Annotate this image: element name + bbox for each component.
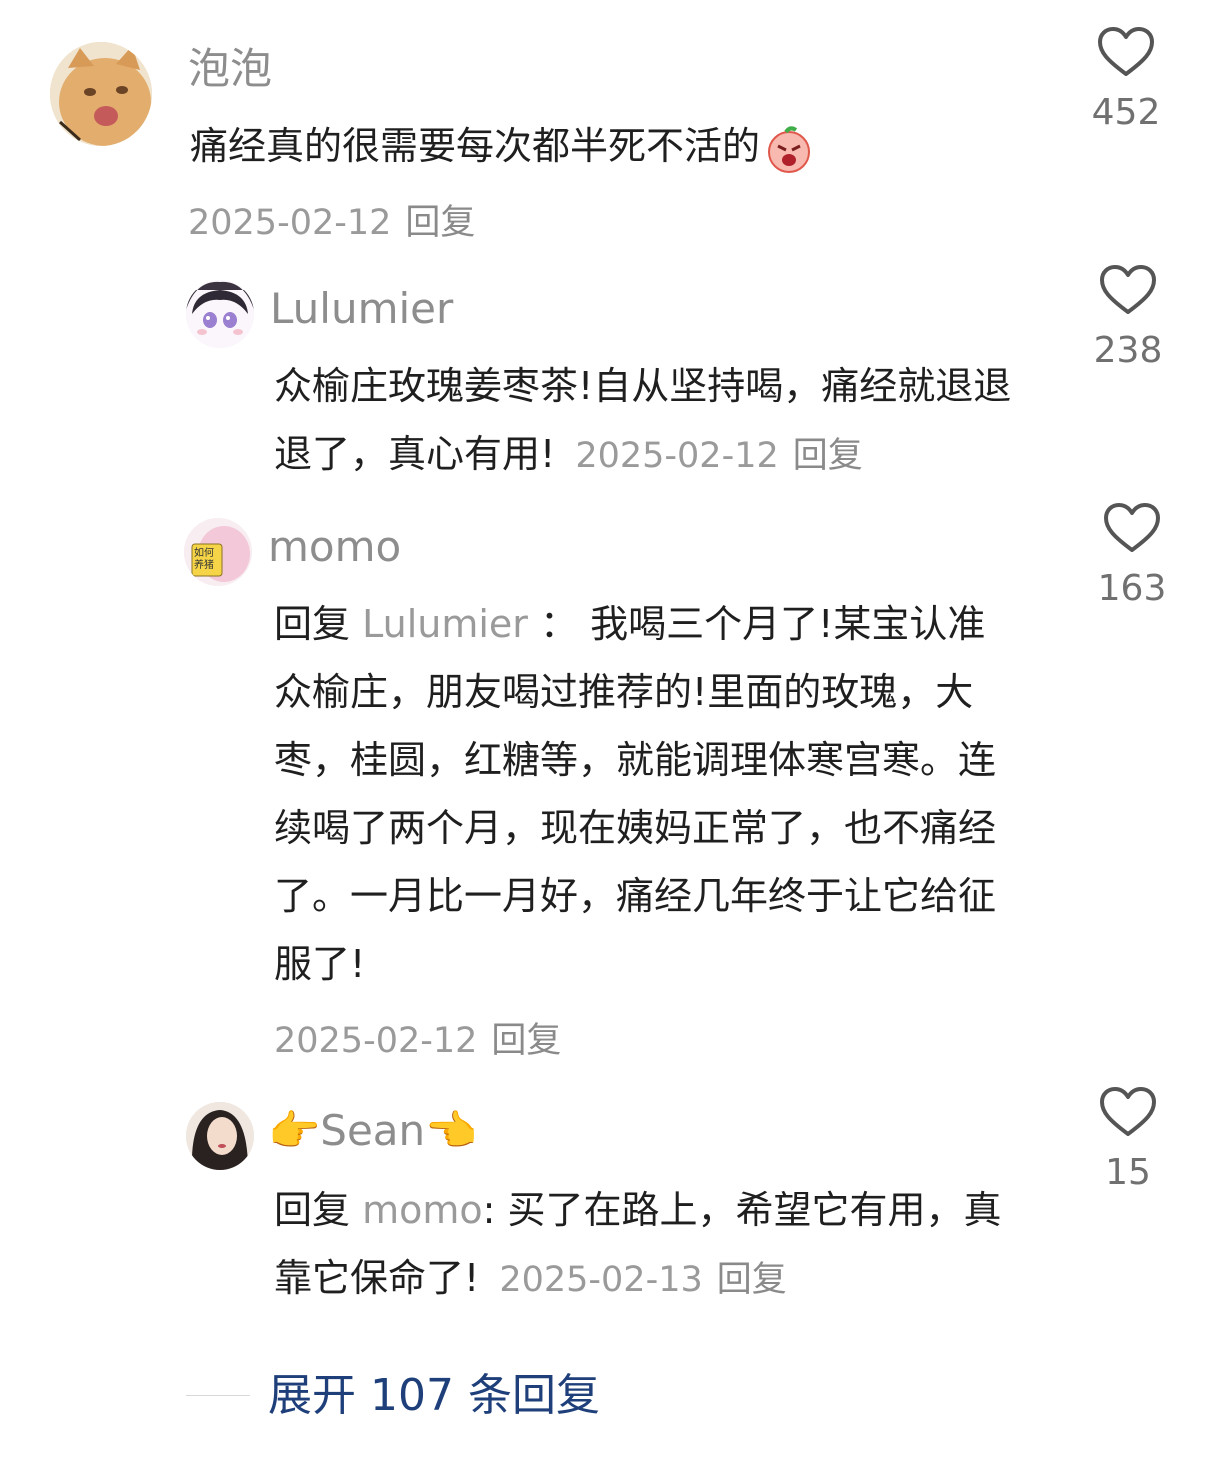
expand-replies-button[interactable]: 展开 107 条回复 <box>268 1368 600 1424</box>
reply-username[interactable]: momo <box>268 522 401 572</box>
cat-avatar-icon <box>50 42 152 146</box>
like-button[interactable]: 15 <box>1068 1086 1188 1193</box>
reply-meta: 2025-02-13 回复 <box>499 1260 786 1300</box>
reply-button[interactable]: 回复 <box>405 203 475 243</box>
comment-username[interactable]: 泡泡 <box>188 44 272 94</box>
reply-username: Sean <box>320 1106 426 1155</box>
pointing-left-emoji-icon: 👈 <box>425 1106 478 1155</box>
reply-to-username[interactable]: Lulumier <box>362 602 528 646</box>
reply-meta: 2025-02-12 回复 <box>575 436 862 476</box>
expand-divider <box>186 1395 250 1396</box>
like-count: 452 <box>1091 92 1161 133</box>
heart-icon <box>1100 1087 1156 1136</box>
comment-date: 2025-02-12 <box>188 203 392 243</box>
heart-icon <box>1104 503 1160 552</box>
like-count: 238 <box>1093 330 1163 371</box>
like-button[interactable]: 163 <box>1072 502 1192 609</box>
avatar-sign-text: 如何养猪 <box>194 548 214 571</box>
heart-icon <box>1100 265 1156 314</box>
anime-girl-avatar-icon <box>186 280 254 348</box>
reply-prefix: 回复 <box>274 602 351 646</box>
reply-text-block: 众榆庄玫瑰姜枣茶!自从坚持喝，痛经就退退退了，真心有用! 2025-02-12 回… <box>274 352 1034 490</box>
avatar[interactable] <box>50 42 152 146</box>
comment-text: 痛经真的很需要每次都半死不活的 <box>190 124 761 168</box>
heart-icon <box>1098 27 1154 76</box>
reply-meta: 2025-02-12 回复 <box>274 1012 561 1063</box>
avatar[interactable] <box>186 1102 254 1170</box>
angry-emoji-icon <box>764 124 814 174</box>
reply-username[interactable]: Lulumier <box>270 284 453 334</box>
pointing-right-emoji-icon: 👉 <box>268 1106 321 1155</box>
reply-date: 2025-02-13 <box>499 1260 703 1300</box>
like-count: 163 <box>1097 568 1167 609</box>
woman-avatar-icon <box>186 1102 254 1170</box>
comment-text-block: 痛经真的很需要每次都半死不活的 <box>190 112 950 180</box>
avatar[interactable]: 如何养猪 <box>184 518 252 586</box>
reply-text-block: 回复 Lulumier ： 我喝三个月了!某宝认准众榆庄，朋友喝过推荐的!里面的… <box>274 590 1014 998</box>
reply-date: 2025-02-12 <box>575 436 779 476</box>
reply-separator: ： <box>540 602 579 646</box>
like-button[interactable]: 452 <box>1066 26 1186 133</box>
avatar[interactable] <box>186 280 254 348</box>
reply-username-block[interactable]: 👉Sean👈 <box>268 1106 477 1156</box>
reply-text-block: 回复 momo: 买了在路上，希望它有用，真靠它保命了! 2025-02-13 回… <box>274 1176 1014 1314</box>
comment-meta: 2025-02-12 回复 <box>188 194 475 245</box>
reply-button[interactable]: 回复 <box>491 1021 561 1061</box>
reply-prefix: 回复 <box>274 1188 351 1232</box>
like-button[interactable]: 238 <box>1068 264 1188 371</box>
reply-text: 我喝三个月了!某宝认准众榆庄，朋友喝过推荐的!里面的玫瑰，大枣，桂圆，红糖等，就… <box>274 602 997 986</box>
reply-date: 2025-02-12 <box>274 1021 478 1061</box>
reply-to-username[interactable]: momo <box>362 1188 483 1232</box>
reply-button[interactable]: 回复 <box>717 1260 787 1300</box>
reply-separator: : <box>482 1188 496 1232</box>
like-count: 15 <box>1105 1152 1151 1193</box>
reply-button[interactable]: 回复 <box>793 436 863 476</box>
